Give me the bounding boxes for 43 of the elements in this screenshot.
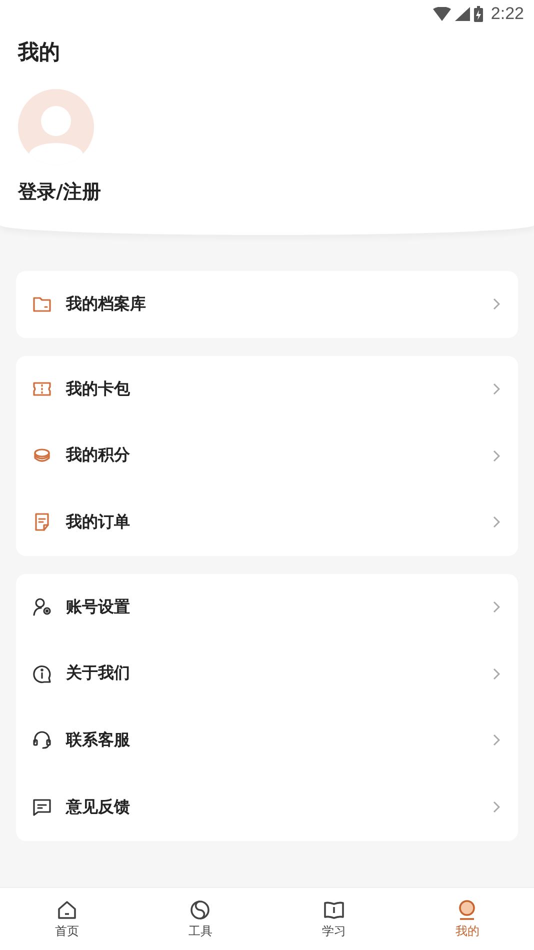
status-time: 2:22 bbox=[490, 4, 524, 24]
document-icon bbox=[32, 512, 52, 532]
menu-label: 我的订单 bbox=[66, 512, 131, 533]
chevron-icon bbox=[492, 516, 500, 528]
signal-icon bbox=[454, 7, 470, 21]
menu-label: 我的档案库 bbox=[66, 294, 147, 315]
nav-tab[interactable]: 学习 bbox=[267, 888, 400, 950]
page-title: 我的 bbox=[18, 38, 60, 66]
menu-label: 关于我们 bbox=[66, 663, 131, 684]
menu-item[interactable]: 我的订单 bbox=[16, 489, 518, 556]
menu-label: 账号设置 bbox=[66, 596, 131, 618]
menu-item[interactable]: 意见反馈 bbox=[16, 774, 518, 840]
menu-item[interactable]: 关于我们 bbox=[16, 640, 518, 708]
login-link[interactable]: 登录/注册 bbox=[18, 179, 101, 205]
nav-tab[interactable]: 工具 bbox=[134, 888, 267, 950]
chevron-icon bbox=[492, 601, 500, 614]
avatar-icon bbox=[18, 89, 94, 165]
message-icon bbox=[32, 797, 52, 818]
yin-yang-icon bbox=[189, 898, 212, 920]
menu-label: 联系客服 bbox=[66, 730, 131, 751]
chevron-icon bbox=[492, 801, 500, 814]
menu-item[interactable]: 我的积分 bbox=[16, 422, 518, 490]
info-icon bbox=[32, 664, 52, 684]
nav-tab[interactable]: 首页 bbox=[0, 888, 134, 950]
menu-item[interactable]: 账号设置 bbox=[16, 574, 518, 640]
menu-item[interactable]: 联系客服 bbox=[16, 707, 518, 774]
wifi-icon bbox=[432, 7, 451, 21]
chevron-icon bbox=[492, 298, 500, 310]
headset-icon bbox=[32, 730, 52, 750]
chevron-icon bbox=[492, 383, 500, 396]
battery-icon bbox=[474, 6, 483, 22]
nav-tab[interactable]: 我的 bbox=[400, 888, 534, 950]
home-icon bbox=[56, 898, 78, 920]
chevron-icon bbox=[492, 734, 500, 746]
user-gear-icon bbox=[32, 597, 52, 618]
chevron-icon bbox=[492, 668, 500, 680]
menu-label: 我的积分 bbox=[66, 445, 131, 466]
chevron-icon bbox=[492, 450, 500, 462]
folder-icon bbox=[32, 294, 52, 314]
menu-label: 意见反馈 bbox=[66, 796, 131, 818]
menu-label: 我的卡包 bbox=[66, 378, 131, 400]
menu-item[interactable]: 我的卡包 bbox=[16, 356, 518, 422]
menu-item[interactable]: 我的档案库 bbox=[16, 271, 518, 338]
